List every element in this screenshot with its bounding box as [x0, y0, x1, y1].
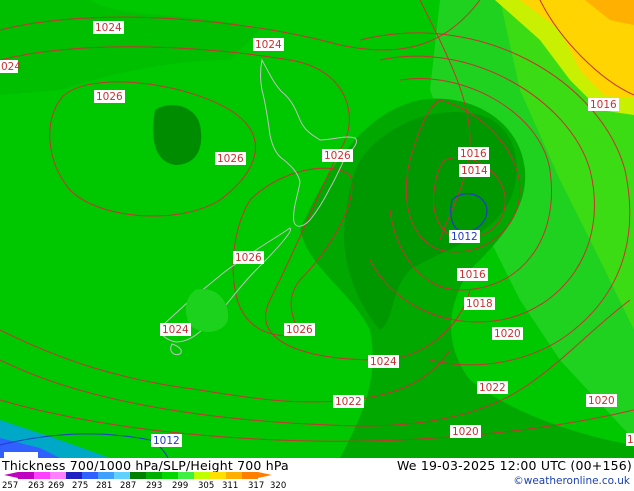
- isobar-label-text: 1026: [235, 252, 262, 264]
- forecast-datetime: We 19-03-2025 12:00 UTC (00+156): [396, 458, 632, 473]
- isobar-label: 1016: [588, 98, 619, 111]
- isobar-label: 1026: [284, 323, 315, 336]
- isobar-label-text: 024: [1, 61, 21, 73]
- credit-link[interactable]: ©weatheronline.co.uk: [513, 475, 630, 487]
- color-scale-swatch: [226, 472, 242, 479]
- color-scale-swatch: [18, 472, 34, 479]
- isobar-label-text: 1020: [452, 426, 479, 438]
- isobar-label-text: 1: [627, 434, 634, 446]
- isobar-label-text: 1022: [335, 396, 362, 408]
- isobar-label: 1026: [94, 90, 125, 103]
- isobar-label-text: 1026: [286, 324, 313, 336]
- isobar-label: 1018: [464, 297, 495, 310]
- thickness-dark-blob: [153, 105, 202, 165]
- color-scale-swatch: [242, 472, 258, 479]
- isobar-label-text: 1016: [459, 269, 486, 281]
- color-scale-swatch: [66, 472, 82, 479]
- scale-right-arrow: [258, 472, 272, 478]
- color-scale-swatch: [34, 472, 50, 479]
- footer: Thickness 700/1000 hPa/SLP/Height 700 hP…: [0, 458, 634, 491]
- isobar-label-text: 1026: [324, 150, 351, 162]
- color-scale-swatch: [50, 472, 66, 479]
- isobar-label: 1: [626, 433, 634, 446]
- color-scale-swatch: [130, 472, 146, 479]
- isobar-label: 1020: [586, 394, 617, 407]
- isobar-label-text: 1014: [461, 165, 488, 177]
- color-scale-swatch: [210, 472, 226, 479]
- isobar-label: 1014: [459, 164, 490, 177]
- color-scale-swatch: [194, 472, 210, 479]
- isobar-label-text: 1026: [96, 91, 123, 103]
- isobar-label-text: 1016: [590, 99, 617, 111]
- isobar-label: 024: [0, 60, 21, 73]
- isobar-label: 1020: [492, 327, 523, 340]
- isobar-label: 1016: [458, 147, 489, 160]
- isobar-label: 1024: [93, 21, 124, 34]
- map-title: Thickness 700/1000 hPa/SLP/Height 700 hP…: [2, 458, 289, 473]
- color-scale-swatch: [98, 472, 114, 479]
- isobar-label: 1026: [215, 152, 246, 165]
- color-scale-swatch: [178, 472, 194, 479]
- scale-left-arrow: [4, 472, 18, 478]
- isobar-label-text: 1024: [162, 324, 189, 336]
- isobar-label-text: 1026: [217, 153, 244, 165]
- isobar-label-text: 1020: [588, 395, 615, 407]
- isobar-label: 1022: [477, 381, 508, 394]
- isobar-label-text: 1018: [466, 298, 493, 310]
- isobar-label: 1012: [449, 230, 480, 243]
- isobar-label-text: 1024: [255, 39, 282, 51]
- isobar-label: 1024: [253, 38, 284, 51]
- isobar-label-text: 1012: [153, 435, 180, 447]
- isobar-label: 1026: [322, 149, 353, 162]
- color-scale-swatch: [146, 472, 162, 479]
- isobar-label: 1022: [333, 395, 364, 408]
- isobar-label-text: 1016: [460, 148, 487, 160]
- isobar-label-text: 1012: [451, 231, 478, 243]
- isobar-label-text: 1024: [95, 22, 122, 34]
- isobar-label: 1012: [151, 434, 182, 447]
- isobar-label-text: 1022: [479, 382, 506, 394]
- isobar-label: 1016: [457, 268, 488, 281]
- color-scale-swatch: [114, 472, 130, 479]
- color-scale-ticks: 257 263 269 275 281 287 293 299 305 311 317 320: [0, 481, 330, 491]
- isobar-label-text: 1020: [494, 328, 521, 340]
- isobar-label: 1024: [160, 323, 191, 336]
- isobar-label-text: 1024: [370, 356, 397, 368]
- isobar-label: 1026: [233, 251, 264, 264]
- isobar-label: 1024: [368, 355, 399, 368]
- color-scale-swatch: [162, 472, 178, 479]
- color-scale: [18, 472, 258, 479]
- weather-map: 1024 1024 024 1026 1026 1026 1026 1024 1…: [0, 0, 634, 459]
- isobar-label: 1020: [450, 425, 481, 438]
- color-scale-swatch: [82, 472, 98, 479]
